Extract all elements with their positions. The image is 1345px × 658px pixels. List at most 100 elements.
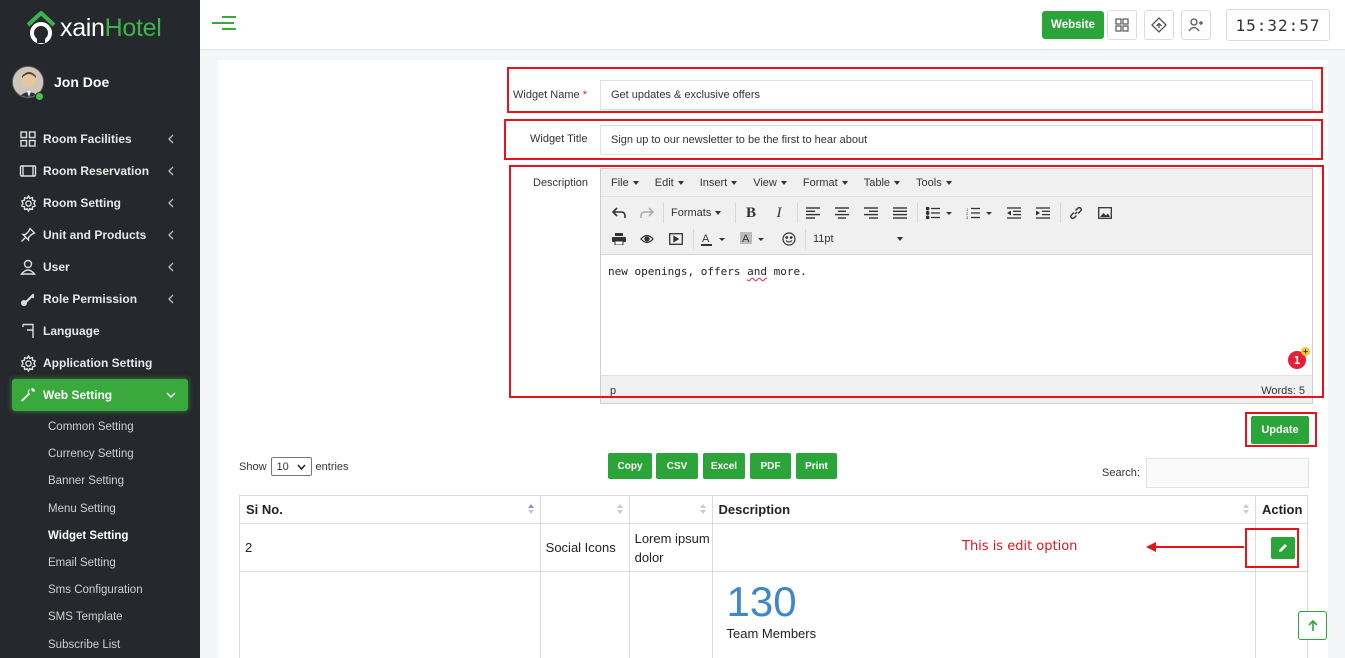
menu-view[interactable]: View (753, 177, 787, 189)
submenu-item-widget-setting[interactable]: Widget Setting (12, 523, 188, 550)
menu-toggle-icon[interactable] (212, 16, 236, 34)
chevron-left-icon (168, 294, 174, 304)
column-si-no[interactable]: Si No. (239, 495, 541, 524)
required-marker: * (582, 89, 587, 101)
add-user-icon[interactable] (1181, 10, 1211, 40)
cell-si-no: 2 (239, 523, 541, 572)
font-size-dropdown[interactable]: 11pt (813, 229, 903, 249)
print-icon[interactable] (609, 229, 629, 249)
widgets-table: Si No. Description Action 2 Social Icons… (239, 495, 1309, 658)
submenu-item-menu-setting[interactable]: Menu Setting (12, 496, 188, 523)
media-icon[interactable] (666, 229, 686, 249)
update-button[interactable]: Update (1251, 416, 1309, 444)
submenu-item-sms-configuration[interactable]: Sms Configuration (12, 577, 188, 604)
sidebar-item-application-setting[interactable]: Application Setting (12, 347, 188, 379)
csv-button[interactable]: CSV (656, 453, 698, 479)
formats-label: Formats (671, 207, 712, 219)
chevron-left-icon (168, 166, 174, 176)
align-right-icon[interactable] (861, 203, 881, 223)
align-left-icon[interactable] (803, 203, 823, 223)
outdent-icon[interactable] (1004, 203, 1024, 223)
emoticon-icon[interactable] (779, 229, 799, 249)
editor-content[interactable]: new openings, offers and more. 1 + (601, 255, 1312, 375)
submenu-item-currency-setting[interactable]: Currency Setting (12, 441, 188, 468)
formats-dropdown[interactable]: Formats (671, 203, 722, 223)
sidebar-item-role-permission[interactable]: Role Permission (12, 283, 188, 315)
text-color-icon[interactable]: A (699, 229, 729, 249)
bed-icon (18, 161, 38, 181)
background-color-icon[interactable]: A (738, 229, 768, 249)
undo-icon[interactable] (609, 203, 629, 223)
menu-insert[interactable]: Insert (700, 177, 738, 189)
chevron-left-icon (168, 198, 174, 208)
sidebar-item-label: Room Facilities (43, 132, 132, 146)
pdf-button[interactable]: PDF (750, 453, 791, 479)
preview-icon[interactable] (637, 229, 657, 249)
submenu-item-sms-template[interactable]: SMS Template (12, 604, 188, 631)
sidebar-item-language[interactable]: Language (12, 315, 188, 347)
submenu-item-banner-setting[interactable]: Banner Setting (12, 468, 188, 495)
sidebar-item-room-reservation[interactable]: Room Reservation (12, 155, 188, 187)
table-header-row: Si No. Description Action (239, 495, 1309, 524)
user-icon (18, 257, 38, 277)
widget-name-input[interactable]: Get updates & exclusive offers (600, 80, 1313, 110)
sidebar-item-label: Language (43, 324, 100, 338)
website-button[interactable]: Website (1042, 11, 1104, 39)
plus-icon: + (1301, 347, 1310, 356)
italic-icon[interactable]: I (769, 203, 789, 223)
menu-file[interactable]: File (611, 177, 639, 189)
menu-tools[interactable]: Tools (916, 177, 952, 189)
menu-edit-label: Edit (654, 176, 674, 189)
element-path[interactable]: p (610, 385, 616, 397)
widget-title-input[interactable]: Sign up to our newsletter to be the firs… (600, 125, 1313, 155)
notification-badge[interactable]: 1 + (1288, 347, 1310, 369)
sidebar-item-label: User (43, 260, 70, 274)
widget-title-label: Widget Title (530, 133, 588, 145)
submenu-item-subscribe-list[interactable]: Subscribe List (12, 632, 188, 658)
cell-action (1254, 523, 1309, 572)
word-count: Words: 5 (1261, 385, 1305, 397)
entries-select[interactable]: 10 (270, 457, 312, 476)
sidebar-item-web-setting[interactable]: Web Setting (12, 379, 188, 411)
sort-icon (616, 504, 623, 516)
align-justify-icon[interactable] (890, 203, 910, 223)
chevron-down-icon (296, 464, 306, 470)
copy-button[interactable]: Copy (608, 453, 652, 479)
redo-icon[interactable] (637, 203, 657, 223)
column-title[interactable] (628, 495, 713, 524)
submenu-item-common-setting[interactable]: Common Setting (12, 414, 188, 441)
column-name[interactable] (539, 495, 630, 524)
sidebar-item-unit-and-products[interactable]: Unit and Products (12, 219, 188, 251)
image-icon[interactable] (1095, 203, 1115, 223)
search-input[interactable] (1146, 458, 1309, 488)
sidebar-item-label: Room Reservation (43, 164, 150, 178)
sidebar-item-room-setting[interactable]: Room Setting (12, 187, 188, 219)
submenu-item-email-setting[interactable]: Email Setting (12, 550, 188, 577)
menu-edit[interactable]: Edit (655, 177, 684, 189)
app-logo[interactable]: xainHotel (24, 6, 194, 50)
misspelled-word: and (747, 265, 767, 278)
column-description[interactable]: Description (711, 495, 1256, 524)
align-center-icon[interactable] (832, 203, 852, 223)
topbar: Website 15:32:57 (200, 0, 1345, 50)
sidebar-item-user[interactable]: User (12, 251, 188, 283)
bullet-list-icon[interactable] (924, 203, 954, 223)
diamond-icon[interactable] (1144, 10, 1174, 40)
sidebar-item-room-facilities[interactable]: Room Facilities (12, 123, 188, 155)
print-button[interactable]: Print (796, 453, 837, 479)
scroll-to-top-button[interactable] (1298, 611, 1327, 640)
bold-icon[interactable]: B (741, 203, 761, 223)
grid-icon (18, 129, 38, 149)
numbered-list-icon[interactable]: 123 (964, 203, 994, 223)
user-profile[interactable]: Jon Doe (12, 66, 109, 101)
gear-icon (18, 353, 38, 373)
apps-icon[interactable] (1107, 10, 1137, 40)
excel-button[interactable]: Excel (703, 453, 745, 479)
link-icon[interactable] (1066, 203, 1086, 223)
svg-text:3: 3 (966, 215, 969, 219)
menu-format[interactable]: Format (803, 177, 848, 189)
menu-table[interactable]: Table (864, 177, 901, 189)
cell-title: Lorem ipsum dolor (628, 523, 713, 572)
indent-icon[interactable] (1033, 203, 1053, 223)
edit-button[interactable] (1270, 536, 1295, 559)
